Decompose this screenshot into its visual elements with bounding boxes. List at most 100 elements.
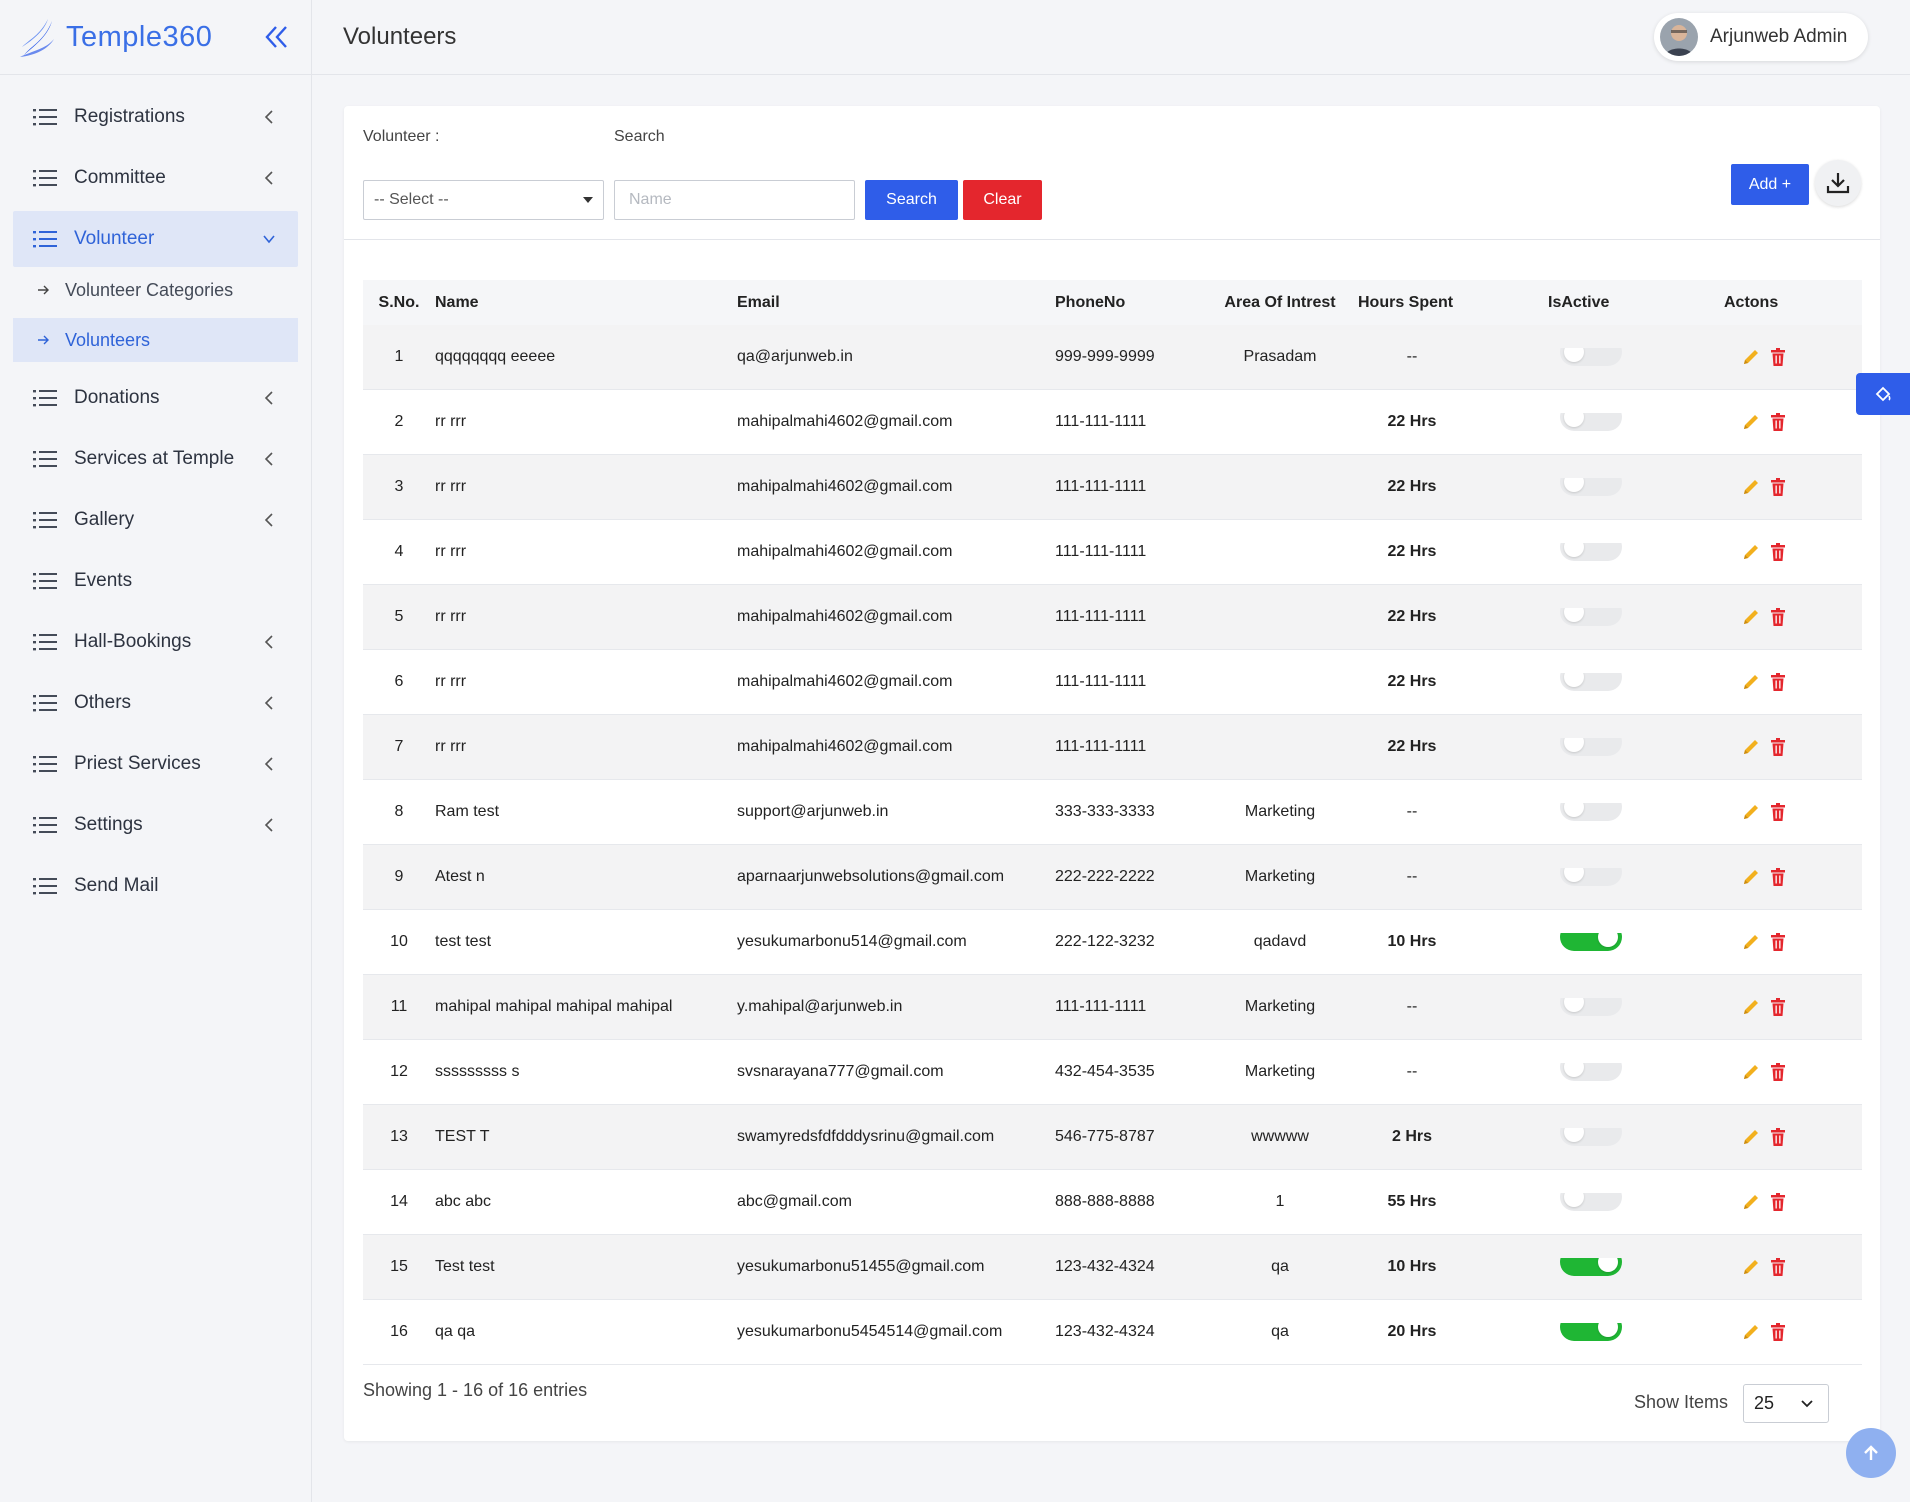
- header-area[interactable]: Area Of Intrest: [1210, 294, 1350, 312]
- sidebar-item-gallery[interactable]: Gallery: [13, 492, 298, 548]
- clear-button[interactable]: Clear: [963, 180, 1042, 220]
- cell-name: abc abc: [435, 1193, 492, 1210]
- show-items-select[interactable]: 25: [1743, 1384, 1829, 1423]
- delete-icon[interactable]: [1767, 541, 1789, 563]
- header-hours[interactable]: Hours Spent: [1350, 294, 1474, 312]
- download-button[interactable]: [1815, 160, 1861, 206]
- cell-email: aparnaarjunwebsolutions@gmail.com: [737, 868, 1005, 885]
- sidebar-item-label: Others: [74, 692, 132, 713]
- delete-icon[interactable]: [1767, 1061, 1789, 1083]
- isactive-toggle[interactable]: [1560, 348, 1622, 366]
- search-input[interactable]: [614, 180, 855, 220]
- toggle-knob: [1598, 1258, 1618, 1272]
- search-button[interactable]: Search: [865, 180, 958, 220]
- table-row: 3 rr rrr mahipalmahi4602@gmail.com 111-111-…: [363, 455, 1862, 520]
- isactive-toggle[interactable]: [1560, 673, 1622, 691]
- edit-icon[interactable]: [1740, 476, 1762, 498]
- collapse-sidebar-icon[interactable]: [262, 20, 292, 54]
- delete-icon[interactable]: [1767, 346, 1789, 368]
- sidebar-item-settings[interactable]: Settings: [13, 797, 298, 853]
- edit-icon[interactable]: [1740, 541, 1762, 563]
- delete-icon[interactable]: [1767, 931, 1789, 953]
- delete-icon[interactable]: [1767, 1191, 1789, 1213]
- edit-icon[interactable]: [1740, 1256, 1762, 1278]
- accessibility-tab[interactable]: [1856, 373, 1910, 415]
- isactive-toggle[interactable]: [1560, 933, 1622, 951]
- isactive-toggle[interactable]: [1560, 1258, 1622, 1276]
- edit-icon[interactable]: [1740, 606, 1762, 628]
- delete-icon[interactable]: [1767, 1321, 1789, 1343]
- cell-isactive: [1474, 868, 1662, 886]
- delete-icon[interactable]: [1767, 476, 1789, 498]
- isactive-toggle[interactable]: [1560, 413, 1622, 431]
- submenu-item-volunteer-categories[interactable]: Volunteer Categories: [13, 268, 298, 312]
- sidebar-item-others[interactable]: Others: [13, 675, 298, 731]
- delete-icon[interactable]: [1767, 1126, 1789, 1148]
- cell-isactive: [1474, 1193, 1662, 1211]
- edit-icon[interactable]: [1740, 931, 1762, 953]
- edit-icon[interactable]: [1740, 671, 1762, 693]
- header-email[interactable]: Email: [737, 294, 1055, 312]
- sidebar-item-label: Send Mail: [74, 875, 159, 896]
- edit-icon[interactable]: [1740, 1126, 1762, 1148]
- header-phone[interactable]: PhoneNo: [1055, 294, 1210, 312]
- sidebar-item-hall-bookings[interactable]: Hall-Bookings: [13, 614, 298, 670]
- delete-icon[interactable]: [1767, 866, 1789, 888]
- isactive-toggle[interactable]: [1560, 543, 1622, 561]
- cell-name: Atest n: [435, 868, 485, 885]
- submenu-item-volunteers[interactable]: Volunteers: [13, 318, 298, 362]
- delete-icon[interactable]: [1767, 411, 1789, 433]
- scroll-to-top-button[interactable]: [1846, 1428, 1896, 1478]
- delete-icon[interactable]: [1767, 671, 1789, 693]
- chevron-down-icon: [263, 235, 275, 244]
- isactive-toggle[interactable]: [1560, 478, 1622, 496]
- delete-icon[interactable]: [1767, 801, 1789, 823]
- sidebar-item-priest-services[interactable]: Priest Services: [13, 736, 298, 792]
- edit-icon[interactable]: [1740, 996, 1762, 1018]
- cell-actions: [1662, 476, 1862, 498]
- edit-icon[interactable]: [1740, 801, 1762, 823]
- edit-icon[interactable]: [1740, 736, 1762, 758]
- sidebar-item-volunteer[interactable]: Volunteer: [13, 211, 298, 267]
- sidebar-item-donations[interactable]: Donations: [13, 370, 298, 426]
- isactive-toggle[interactable]: [1560, 1128, 1622, 1146]
- isactive-toggle[interactable]: [1560, 1193, 1622, 1211]
- delete-icon[interactable]: [1767, 1256, 1789, 1278]
- sidebar-item-events[interactable]: Events: [13, 553, 298, 609]
- cell-name: qqqqqqqq eeeee: [435, 348, 556, 365]
- sidebar-item-send-mail[interactable]: Send Mail: [13, 858, 298, 914]
- edit-icon[interactable]: [1740, 1191, 1762, 1213]
- header-isactive[interactable]: IsActive: [1474, 294, 1662, 312]
- delete-icon[interactable]: [1767, 736, 1789, 758]
- sidebar-item-registrations[interactable]: Registrations: [13, 89, 298, 145]
- sidebar-item-label: Settings: [74, 814, 143, 835]
- edit-icon[interactable]: [1740, 1061, 1762, 1083]
- divider: [344, 239, 1880, 240]
- isactive-toggle[interactable]: [1560, 803, 1622, 821]
- search-label: Search: [614, 128, 665, 145]
- header-name[interactable]: Name: [431, 294, 737, 312]
- isactive-toggle[interactable]: [1560, 1323, 1622, 1341]
- cell-sno: 1: [394, 348, 404, 365]
- cell-hours: 55 Hrs: [1387, 1193, 1437, 1210]
- add-button[interactable]: Add +: [1731, 164, 1809, 205]
- isactive-toggle[interactable]: [1560, 1063, 1622, 1081]
- header-sno[interactable]: S.No.: [363, 294, 431, 312]
- edit-icon[interactable]: [1740, 1321, 1762, 1343]
- edit-icon[interactable]: [1740, 866, 1762, 888]
- sidebar-item-committee[interactable]: Committee: [13, 150, 298, 206]
- isactive-toggle[interactable]: [1560, 868, 1622, 886]
- chevron-left-icon: [264, 635, 273, 649]
- volunteer-select[interactable]: -- Select --: [363, 180, 604, 220]
- isactive-toggle[interactable]: [1560, 998, 1622, 1016]
- delete-icon[interactable]: [1767, 606, 1789, 628]
- delete-icon[interactable]: [1767, 996, 1789, 1018]
- edit-icon[interactable]: [1740, 346, 1762, 368]
- list-icon: [33, 573, 57, 590]
- isactive-toggle[interactable]: [1560, 738, 1622, 756]
- edit-icon[interactable]: [1740, 411, 1762, 433]
- show-items-label: Show Items: [1634, 1392, 1729, 1412]
- sidebar-item-services-at-temple[interactable]: Services at Temple: [13, 431, 298, 487]
- isactive-toggle[interactable]: [1560, 608, 1622, 626]
- user-menu[interactable]: Arjunweb Admin: [1654, 13, 1868, 61]
